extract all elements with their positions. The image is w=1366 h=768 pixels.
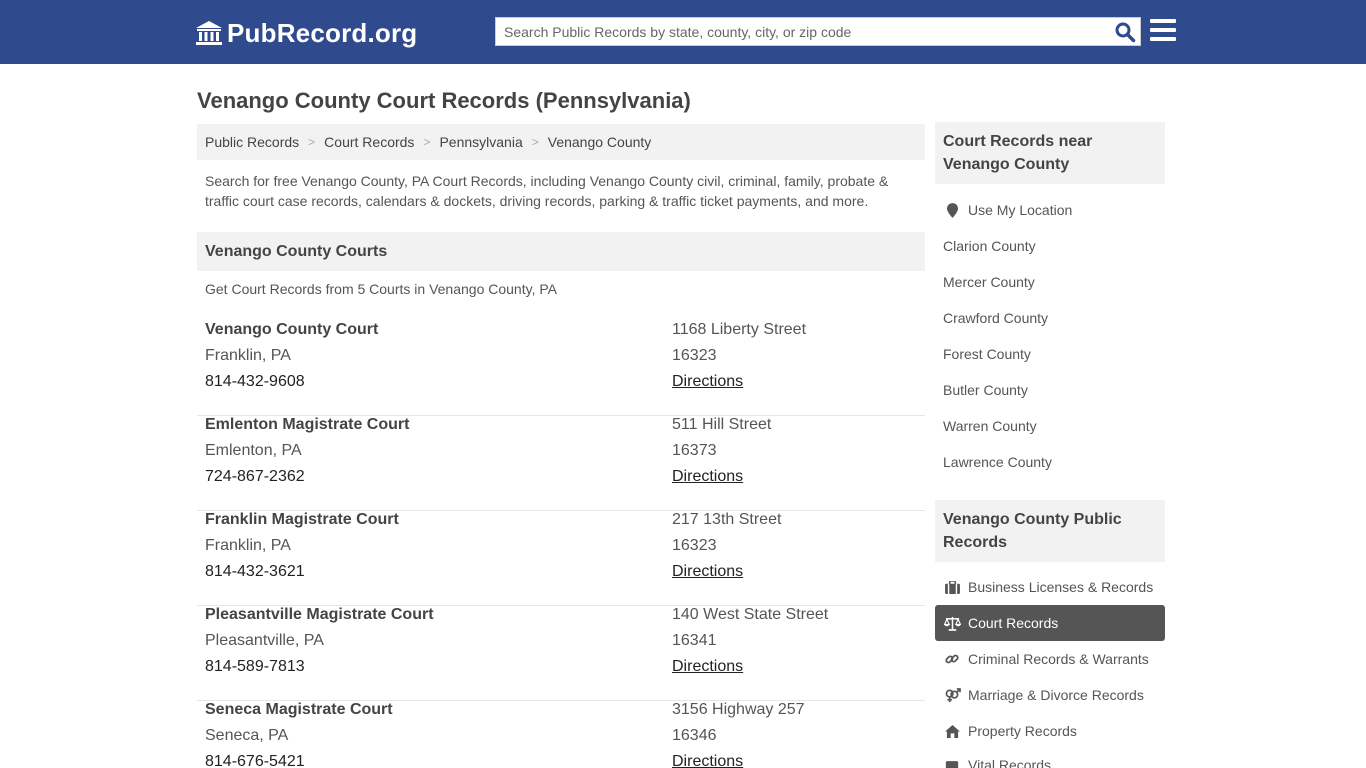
nearby-county-link[interactable]: Crawford County <box>935 300 1165 336</box>
chevron-right-icon: > <box>531 135 539 149</box>
nearby-section-title: Court Records near Venango County <box>935 122 1165 184</box>
site-logo[interactable]: PubRecord.org <box>195 18 417 48</box>
breadcrumb: Public Records > Court Records > Pennsyl… <box>197 124 925 160</box>
court-phone[interactable]: 724-867-2362 <box>205 468 305 486</box>
court-address: 140 West State Street <box>672 606 829 623</box>
menu-button[interactable] <box>1150 19 1176 43</box>
courts-subtitle: Get Court Records from 5 Courts in Venan… <box>205 281 557 297</box>
search-input[interactable] <box>496 18 1106 45</box>
court-city: Emlenton, PA <box>205 442 302 459</box>
courts-section-title: Venango County Courts <box>197 232 925 271</box>
court-zip: 16323 <box>672 537 717 554</box>
court-city: Franklin, PA <box>205 347 291 364</box>
public-records-section-title: Venango County Public Records <box>935 500 1165 562</box>
logo-text: PubRecord.org <box>227 17 418 48</box>
sidebar-item-label: Criminal Records & Warrants <box>968 651 1149 667</box>
courthouse-icon <box>196 21 222 45</box>
top-header: PubRecord.org <box>0 0 1366 64</box>
hamburger-icon <box>1150 19 1176 23</box>
court-item: Venango County Court Franklin, PA 814-43… <box>197 321 925 416</box>
breadcrumb-pennsylvania[interactable]: Pennsylvania <box>439 134 522 150</box>
sidebar-item-label: Vital Records <box>968 757 1052 768</box>
link-icon <box>943 651 961 667</box>
court-phone[interactable]: 814-589-7813 <box>205 658 305 676</box>
sidebar-item-label: Business Licenses & Records <box>968 579 1154 595</box>
court-address: 1168 Liberty Street <box>672 321 807 338</box>
court-city: Seneca, PA <box>205 727 289 744</box>
court-zip: 16346 <box>672 727 717 744</box>
nearby-county-link[interactable]: Clarion County <box>935 228 1165 264</box>
sidebar-item-business-licenses[interactable]: Business Licenses & Records <box>935 569 1165 605</box>
sidebar-item-court-records[interactable]: Court Records <box>935 605 1165 641</box>
search-box <box>495 17 1141 46</box>
breadcrumb-public-records[interactable]: Public Records <box>205 134 299 150</box>
sidebar-item-label: Court Records <box>968 615 1059 631</box>
court-item: Franklin Magistrate Court Franklin, PA 8… <box>197 511 925 606</box>
court-item: Emlenton Magistrate Court Emlenton, PA 7… <box>197 416 925 511</box>
page-title: Venango County Court Records (Pennsylvan… <box>197 88 691 113</box>
chevron-right-icon: > <box>308 135 316 149</box>
home-icon <box>943 723 961 739</box>
court-zip: 16341 <box>672 632 717 649</box>
scales-icon <box>943 615 961 631</box>
nearby-county-link[interactable]: Warren County <box>935 408 1165 444</box>
sidebar-item-property-records[interactable]: Property Records <box>935 713 1165 749</box>
directions-link[interactable]: Directions <box>672 373 743 391</box>
briefcase-icon <box>943 579 961 595</box>
court-name[interactable]: Emlenton Magistrate Court <box>205 416 409 434</box>
court-name[interactable]: Pleasantville Magistrate Court <box>205 606 434 624</box>
search-icon <box>1115 22 1136 43</box>
court-name[interactable]: Franklin Magistrate Court <box>205 511 399 529</box>
venus-mars-icon <box>943 687 961 703</box>
sidebar-item-label: Marriage & Divorce Records <box>968 687 1144 703</box>
directions-link[interactable]: Directions <box>672 658 743 676</box>
breadcrumb-court-records[interactable]: Court Records <box>324 134 414 150</box>
court-item: Seneca Magistrate Court Seneca, PA 814-6… <box>197 701 925 768</box>
court-address: 3156 Highway 257 <box>672 701 805 718</box>
court-zip: 16373 <box>672 442 717 459</box>
directions-link[interactable]: Directions <box>672 563 743 581</box>
court-phone[interactable]: 814-432-3621 <box>205 563 305 581</box>
vital-icon <box>943 757 961 768</box>
court-address: 217 13th Street <box>672 511 782 528</box>
court-address: 511 Hill Street <box>672 416 772 433</box>
court-name[interactable]: Venango County Court <box>205 321 378 339</box>
search-button[interactable] <box>1114 21 1136 43</box>
court-phone[interactable]: 814-432-9608 <box>205 373 305 391</box>
directions-link[interactable]: Directions <box>672 468 743 486</box>
sidebar-item-label: Property Records <box>968 723 1077 739</box>
court-phone[interactable]: 814-676-5421 <box>205 753 305 768</box>
sidebar-item-criminal-records[interactable]: Criminal Records & Warrants <box>935 641 1165 677</box>
directions-link[interactable]: Directions <box>672 753 743 768</box>
nearby-county-link[interactable]: Forest County <box>935 336 1165 372</box>
nearby-county-link[interactable]: Lawrence County <box>935 444 1165 480</box>
chevron-right-icon: > <box>423 135 431 149</box>
intro-text: Search for free Venango County, PA Court… <box>205 173 889 209</box>
court-city: Franklin, PA <box>205 537 291 554</box>
court-city: Pleasantville, PA <box>205 632 324 649</box>
use-my-location-link[interactable]: Use My Location <box>935 192 1165 228</box>
nearby-county-link[interactable]: Mercer County <box>935 264 1165 300</box>
court-item: Pleasantville Magistrate Court Pleasantv… <box>197 606 925 701</box>
sidebar-item-vital-records[interactable]: Vital Records <box>935 747 1165 768</box>
use-my-location-label: Use My Location <box>968 202 1073 218</box>
map-pin-icon <box>943 202 961 218</box>
sidebar-item-marriage-divorce[interactable]: Marriage & Divorce Records <box>935 677 1165 713</box>
breadcrumb-current: Venango County <box>547 134 652 150</box>
nearby-county-link[interactable]: Butler County <box>935 372 1165 408</box>
court-zip: 16323 <box>672 347 717 364</box>
court-name[interactable]: Seneca Magistrate Court <box>205 701 393 719</box>
